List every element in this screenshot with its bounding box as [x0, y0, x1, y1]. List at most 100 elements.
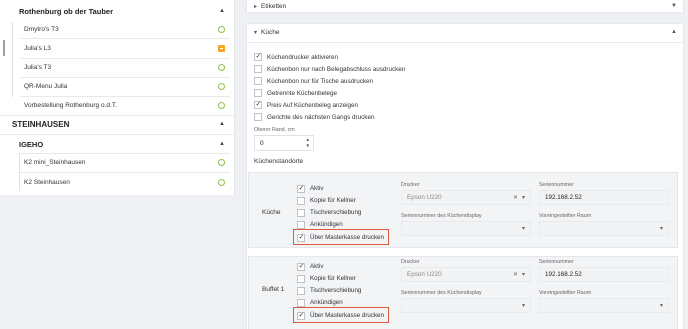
venue-sidebar: Rothenburg ob der Tauber ▲ Dmytro's T3 J… [0, 0, 235, 195]
option-label: Gerichte des nächsten Gangs drucken [267, 113, 375, 121]
checkbox[interactable] [297, 233, 305, 242]
caret-down-icon[interactable]: ▾ [254, 29, 257, 36]
checkbox[interactable] [254, 113, 262, 121]
chevron-up-icon[interactable]: ▲ [219, 8, 225, 14]
checkbox[interactable] [254, 77, 262, 85]
option-naechster-gang[interactable]: Gerichte des nächsten Gangs drucken [254, 111, 374, 123]
option-label: Tischverschiebung [310, 287, 362, 294]
default-room-select[interactable]: ▾ [539, 221, 669, 236]
checkbox[interactable] [297, 262, 305, 271]
checkbox[interactable] [297, 208, 305, 217]
option-belegabschluss[interactable]: Küchenbon nur nach Belegabschluss ausdru… [254, 63, 405, 75]
chevron-up-icon[interactable]: ▲ [671, 29, 677, 35]
checkbox[interactable] [254, 52, 262, 61]
sidebar-item-label: QR-Menu Julia [24, 82, 68, 90]
location-option-tischverschiebung[interactable]: Tischverschiebung [297, 207, 361, 218]
location-option-aktiv[interactable]: Aktiv [297, 183, 323, 194]
chevron-down-icon[interactable]: ▾ [660, 302, 663, 309]
sidebar-group-label: STEINHAUSEN [12, 119, 70, 129]
printer-select[interactable]: Epson U220 ✕ ▾ [401, 190, 531, 205]
checkbox[interactable] [297, 286, 305, 295]
option-label: Preis Auf Küchenbeleg anzeigen [267, 101, 359, 109]
option-nur-tische[interactable]: Küchenbon nur für Tische ausdrucken [254, 75, 373, 87]
sidebar-item-label: K2 Steinhausen [24, 178, 70, 186]
clear-icon[interactable]: ✕ [513, 271, 518, 278]
section-title-etiketten[interactable]: Etiketten [261, 3, 286, 10]
option-label: Ankündigen [310, 299, 343, 306]
status-circle-icon [218, 63, 225, 71]
option-label: Aktiv [310, 185, 324, 192]
location-option-tischverschiebung[interactable]: Tischverschiebung [297, 285, 361, 296]
serial-label: Seriennummer [539, 259, 574, 265]
location-option-masterkasse[interactable]: Über Masterkasse drucken [297, 310, 384, 321]
clear-icon[interactable]: ✕ [513, 194, 518, 201]
status-square-icon [218, 44, 225, 52]
top-margin-value: 0 [260, 139, 264, 147]
serial-input[interactable]: 192.168.2.52 [539, 267, 669, 282]
section-title-kueche[interactable]: Küche [261, 29, 279, 36]
printer-select[interactable]: Epson U220 ✕ ▾ [401, 267, 531, 282]
option-label: Küchendrucker aktivieren [267, 53, 339, 61]
checkbox[interactable] [254, 100, 262, 109]
option-label: Küchenbon nur nach Belegabschluss ausdru… [267, 65, 406, 73]
location-option-kopie[interactable]: Kopie für Kellner [297, 195, 356, 206]
option-label: Küchenbon nur für Tische ausdrucken [267, 77, 374, 85]
printer-label: Drucker [401, 259, 420, 265]
printer-value: Epson U220 [407, 271, 442, 278]
chevron-up-icon[interactable]: ▲ [219, 121, 225, 127]
status-circle-icon [218, 25, 225, 33]
serial-value: 192.168.2.52 [545, 194, 582, 201]
checkbox[interactable] [297, 311, 305, 320]
sidebar-item-k2-steinhausen[interactable]: K2 Steinhausen [0, 171, 235, 193]
checkbox[interactable] [254, 65, 262, 73]
stepper-icon[interactable]: ▲ ▼ [306, 137, 310, 149]
option-preis-anzeigen[interactable]: Preis Auf Küchenbeleg anzeigen [254, 99, 358, 111]
default-room-label: Voreingestellter Raum [539, 213, 592, 219]
status-circle-icon [218, 82, 225, 90]
checkbox[interactable] [297, 196, 305, 205]
checkbox[interactable] [297, 220, 305, 229]
display-serial-select[interactable]: ▾ [401, 298, 531, 313]
chevron-down-icon[interactable]: ▾ [522, 194, 525, 201]
option-label: Kopie für Kellner [310, 197, 356, 204]
option-label: Über Masterkasse drucken [310, 234, 384, 241]
option-label: Aktiv [310, 263, 324, 270]
serial-value: 192.168.2.52 [545, 271, 582, 278]
chevron-down-icon[interactable]: ▼ [671, 3, 677, 9]
chevron-down-icon[interactable]: ▾ [522, 271, 525, 278]
checkbox[interactable] [297, 298, 305, 307]
chevron-down-icon[interactable]: ▾ [522, 225, 525, 232]
status-circle-icon [218, 158, 225, 166]
status-circle-icon [218, 178, 225, 186]
chevron-up-icon[interactable]: ▲ [219, 141, 225, 147]
sidebar-item-k2-mini-steinhausen[interactable]: K2 mini_Steinhausen [0, 151, 235, 173]
option-getrennte-belege[interactable]: Getrennte Küchenbelege [254, 87, 337, 99]
etiketten-section[interactable] [246, 0, 684, 13]
divider [246, 42, 684, 43]
display-serial-select[interactable]: ▾ [401, 221, 531, 236]
caret-right-icon[interactable]: ▸ [254, 3, 257, 10]
serial-input[interactable]: 192.168.2.52 [539, 190, 669, 205]
default-room-select[interactable]: ▾ [539, 298, 669, 313]
chevron-down-icon[interactable]: ▾ [660, 225, 663, 232]
location-option-aktiv[interactable]: Aktiv [297, 261, 323, 272]
option-kuechendrucker-aktivieren[interactable]: Küchendrucker aktivieren [254, 51, 338, 63]
checkbox[interactable] [297, 184, 305, 193]
checkbox[interactable] [297, 274, 305, 283]
location-name: Küche [262, 209, 281, 216]
sidebar-item-label: Julia's T3 [24, 63, 52, 71]
top-margin-input[interactable]: 0 ▲ ▼ [254, 135, 314, 151]
location-option-kopie[interactable]: Kopie für Kellner [297, 273, 356, 284]
sidebar-item-label: Dmytro's T3 [24, 25, 59, 33]
default-room-label: Voreingestellter Raum [539, 290, 592, 296]
chevron-down-icon[interactable]: ▾ [522, 302, 525, 309]
sidebar-item-label: K2 mini_Steinhausen [24, 158, 86, 166]
display-serial-label: Seriennummer des Küchendisplay [401, 290, 482, 296]
serial-label: Seriennummer [539, 182, 574, 188]
sidebar-group-steinhausen[interactable]: STEINHAUSEN ▲ [0, 113, 235, 135]
checkbox[interactable] [254, 89, 262, 97]
location-option-masterkasse[interactable]: Über Masterkasse drucken [297, 232, 384, 243]
sidebar-group-label: Rothenburg ob der Tauber [19, 6, 114, 16]
sidebar-item-label: Vorbestellung Rothenburg o.d.T. [24, 101, 117, 109]
sidebar-group-label: IGEHO [19, 139, 44, 149]
